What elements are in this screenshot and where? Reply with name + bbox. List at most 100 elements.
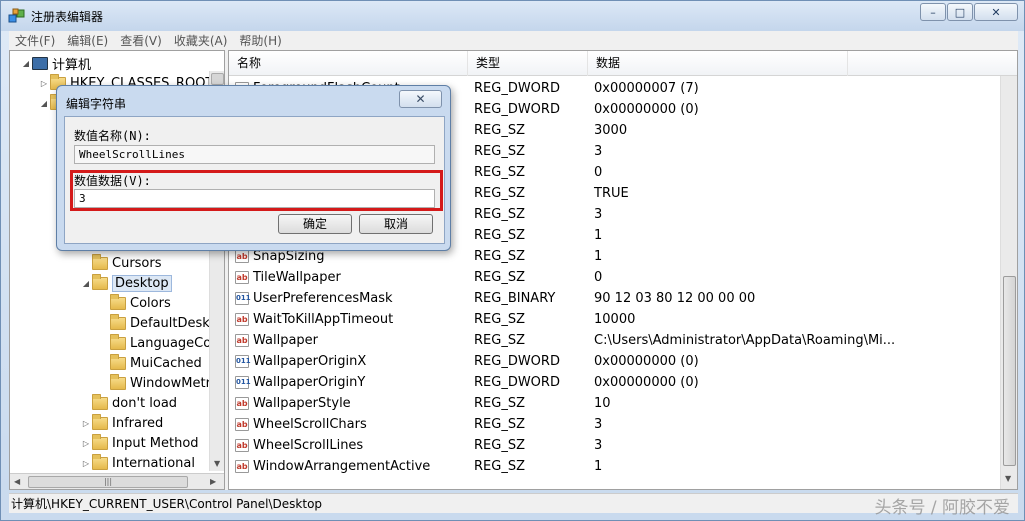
column-type-header[interactable]: 类型 [468, 51, 588, 76]
value-data: 90 12 03 80 12 00 00 00 [594, 291, 756, 306]
tree-item-cursors[interactable]: Cursors [80, 253, 162, 273]
value-name-cell: ab WindowArrangementActive [235, 459, 430, 474]
value-type: REG_SZ [474, 270, 525, 285]
value-name: WallpaperStyle [253, 396, 351, 411]
minimize-button[interactable]: – [920, 3, 946, 21]
tree-item-inputmethod[interactable]: ▷ Input Method [80, 433, 199, 453]
maximize-button[interactable]: □ [947, 3, 973, 21]
tree-item-label: don't load [112, 395, 178, 411]
value-name-cell: ab SnapSizing [235, 249, 325, 264]
folder-icon [110, 293, 126, 310]
expand-icon[interactable]: ▷ [38, 79, 50, 88]
tree-item-computer[interactable]: ◢ 计算机 [20, 53, 91, 73]
value-name: WaitToKillAppTimeout [253, 312, 394, 327]
value-data: 3 [594, 438, 603, 453]
tree-item-desktop[interactable]: ◢ Desktop [80, 273, 172, 293]
string-value-icon: ab [235, 334, 249, 347]
value-row[interactable]: ab WheelScrollChars REG_SZ 3 [229, 414, 1001, 435]
value-name-cell: 011 WallpaperOriginX [235, 354, 366, 369]
value-row[interactable]: 011 WallpaperOriginX REG_DWORD 0x00000000 (… [229, 351, 1001, 372]
string-value-icon: ab [235, 460, 249, 473]
folder-icon [92, 393, 108, 410]
value-type: REG_SZ [474, 249, 525, 264]
value-data: 10000 [594, 312, 636, 327]
value-name-field[interactable]: WheelScrollLines [74, 145, 435, 164]
scroll-right-icon[interactable]: ▶ [210, 477, 216, 486]
value-row[interactable]: 011 UserPreferencesMask REG_BINARY 90 12 03… [229, 288, 1001, 309]
value-data-field[interactable]: 3 [74, 189, 435, 208]
computer-icon [32, 56, 48, 70]
value-row[interactable]: ab WheelScrollLines REG_SZ 3 [229, 435, 1001, 456]
tree-item-international[interactable]: ▷ International [80, 453, 195, 473]
close-button[interactable]: ✕ [974, 3, 1018, 21]
collapse-icon[interactable]: ◢ [20, 59, 32, 68]
collapse-icon[interactable]: ◢ [80, 279, 92, 288]
expand-icon[interactable]: ▷ [80, 419, 92, 428]
value-type: REG_SZ [474, 396, 525, 411]
scroll-thumb[interactable] [1003, 276, 1016, 466]
menu-bar: 文件(F) 编辑(E) 查看(V) 收藏夹(A) 帮助(H) [9, 31, 1018, 50]
value-name-cell: ab WheelScrollChars [235, 417, 367, 432]
tree-item-muicached[interactable]: MuiCached [98, 353, 202, 373]
collapse-icon[interactable]: ◢ [38, 99, 50, 108]
menu-edit[interactable]: 编辑(E) [61, 32, 114, 49]
dialog-close-button[interactable]: ✕ [399, 90, 442, 108]
value-type: REG_DWORD [474, 354, 560, 369]
value-data: 0 [594, 165, 603, 180]
tree-item-infrared[interactable]: ▷ Infrared [80, 413, 163, 433]
value-row[interactable]: ab WaitToKillAppTimeout REG_SZ 10000 [229, 309, 1001, 330]
tree-item-colors[interactable]: Colors [98, 293, 171, 313]
watermark: 头条号 / 阿胶不爱 [874, 498, 1010, 518]
folder-icon [92, 433, 108, 450]
value-type: REG_SZ [474, 144, 525, 159]
value-data: 0x00000000 (0) [594, 354, 699, 369]
menu-view[interactable]: 查看(V) [114, 32, 168, 49]
value-data: 3 [594, 207, 603, 222]
menu-file[interactable]: 文件(F) [9, 32, 61, 49]
tree-item-label: MuiCached [130, 355, 202, 371]
value-name-cell: ab WheelScrollLines [235, 438, 363, 453]
value-row[interactable]: 011 WallpaperOriginY REG_DWORD 0x00000000 (… [229, 372, 1001, 393]
value-name-cell: ab WaitToKillAppTimeout [235, 312, 393, 327]
tree-item-label: Infrared [112, 415, 164, 431]
window-title: 注册表编辑器 [31, 10, 104, 24]
folder-icon [110, 313, 126, 330]
value-row[interactable]: ab WallpaperStyle REG_SZ 10 [229, 393, 1001, 414]
value-type: REG_DWORD [474, 81, 560, 96]
ok-button[interactable]: 确定 [278, 214, 352, 234]
cancel-button[interactable]: 取消 [359, 214, 433, 234]
tree-horizontal-scrollbar[interactable]: ◀ ||| ▶ [10, 473, 224, 489]
value-row[interactable]: ab Wallpaper REG_SZ C:\Users\Administrator\… [229, 330, 1001, 351]
value-name: Wallpaper [253, 333, 319, 348]
menu-help[interactable]: 帮助(H) [233, 32, 287, 49]
list-vertical-scrollbar[interactable]: ▼ [1000, 76, 1017, 489]
scroll-thumb[interactable]: ||| [28, 476, 188, 488]
regedit-app-icon [8, 8, 25, 23]
value-row[interactable]: ab TileWallpaper REG_SZ 0 [229, 267, 1001, 288]
tree-item-label: Colors [130, 295, 171, 311]
tree-item-dontload[interactable]: don't load [80, 393, 177, 413]
scroll-down-icon[interactable]: ▼ [214, 459, 220, 468]
value-row[interactable]: ab WindowArrangementActive REG_SZ 1 [229, 456, 1001, 477]
folder-icon [110, 333, 126, 350]
column-data-header[interactable]: 数据 [588, 51, 848, 76]
tree-item-windowmetrics[interactable]: WindowMetr [98, 373, 211, 393]
expand-icon[interactable]: ▷ [80, 439, 92, 448]
scroll-down-icon[interactable]: ▼ [1005, 474, 1011, 483]
tree-item-defaultdesk[interactable]: DefaultDeskA [98, 313, 219, 333]
column-name-header[interactable]: 名称 [229, 51, 468, 76]
scroll-left-icon[interactable]: ◀ [14, 477, 20, 486]
value-name: WallpaperOriginY [253, 375, 366, 390]
menu-favorites[interactable]: 收藏夹(A) [168, 32, 234, 49]
scroll-thumb[interactable] [211, 73, 224, 85]
value-data: C:\Users\Administrator\AppData\Roaming\M… [594, 333, 896, 348]
folder-icon [92, 413, 108, 430]
binary-value-icon: 011 [235, 292, 251, 305]
value-data: 1 [594, 249, 603, 264]
tree-item-languageconfig[interactable]: LanguageCor [98, 333, 217, 353]
expand-icon[interactable]: ▷ [80, 459, 92, 468]
value-name-cell: ab WallpaperStyle [235, 396, 351, 411]
value-name-cell: 011 UserPreferencesMask [235, 291, 393, 306]
value-name: WallpaperOriginX [253, 354, 367, 369]
list-header: 名称 类型 数据 [229, 51, 1017, 76]
